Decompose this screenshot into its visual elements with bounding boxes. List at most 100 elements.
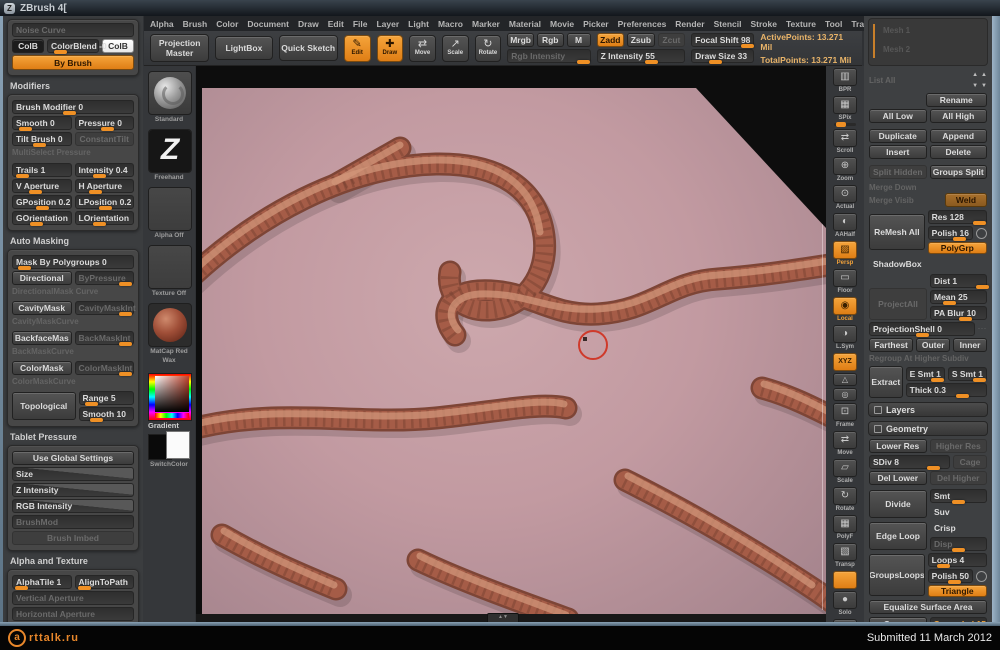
align-to-path-slider[interactable]: AlignToPath bbox=[75, 575, 135, 589]
alpha-and-texture-header[interactable]: Alpha and Texture bbox=[10, 556, 136, 566]
crisp-button[interactable]: Crisp bbox=[930, 521, 987, 535]
outer-button[interactable]: Outer bbox=[916, 338, 950, 352]
menu-file[interactable]: File bbox=[353, 19, 368, 29]
z-intensity-slider[interactable]: Z Intensity 55 bbox=[597, 49, 686, 63]
titlebar[interactable]: Z ZBrush 4[ bbox=[0, 0, 1000, 16]
menu-document[interactable]: Document bbox=[247, 19, 289, 29]
menu-edit[interactable]: Edit bbox=[328, 19, 344, 29]
zsub-button[interactable]: Zsub bbox=[627, 33, 655, 47]
switch-color[interactable]: SwitchColor bbox=[148, 434, 190, 469]
brush-imbed-button[interactable]: Brush Imbed bbox=[12, 531, 134, 545]
colorblend-color-a-button[interactable]: ColB bbox=[12, 39, 44, 53]
rgb-button[interactable]: Rgb bbox=[537, 33, 564, 47]
lower-res-button[interactable]: Lower Res bbox=[869, 439, 927, 453]
menu-stencil[interactable]: Stencil bbox=[714, 19, 742, 29]
color-mask-int-slider[interactable]: ColorMaskInt bbox=[75, 361, 135, 375]
draw-mode-button[interactable]: ✚ Draw bbox=[377, 35, 404, 62]
menu-material[interactable]: Material bbox=[509, 19, 541, 29]
menu-tool[interactable]: Tool bbox=[825, 19, 842, 29]
subtool-top-bottom-icons[interactable]: ▲▼ bbox=[981, 70, 987, 91]
alphatile-slider[interactable]: AlphaTile 1 bbox=[12, 575, 72, 589]
subtool-up-down-icons[interactable]: ▲▼ bbox=[972, 70, 978, 91]
floor-button[interactable]: ▭Floor bbox=[832, 269, 858, 295]
del-lower-button[interactable]: Del Lower bbox=[869, 471, 927, 485]
merge-down-button[interactable]: Merge Down bbox=[869, 183, 917, 192]
del-higher-button[interactable]: Del Higher bbox=[930, 471, 988, 485]
polygrp-button[interactable]: PolyGrp bbox=[928, 242, 987, 254]
gposition-slider[interactable]: GPosition 0.2 bbox=[12, 195, 72, 209]
backface-mask-button[interactable]: BackfaceMas bbox=[12, 331, 72, 345]
menu-brush[interactable]: Brush bbox=[183, 19, 208, 29]
extract-button[interactable]: Extract bbox=[869, 366, 903, 398]
pressure-slider[interactable]: Pressure 0 bbox=[75, 116, 135, 130]
polyframe-button[interactable]: ▦PolyF bbox=[832, 515, 858, 541]
brush-modifier-slider[interactable]: Brush Modifier 0 bbox=[12, 100, 134, 114]
pa-blur-slider[interactable]: PA Blur 10 bbox=[930, 306, 987, 320]
weld-toggle[interactable]: Weld bbox=[945, 193, 987, 207]
equalize-surface-area-button[interactable]: Equalize Surface Area bbox=[869, 600, 987, 614]
suv-button[interactable]: Suv bbox=[930, 505, 987, 519]
thick-slider[interactable]: Thick 0.3 bbox=[906, 383, 987, 397]
menu-picker[interactable]: Picker bbox=[583, 19, 609, 29]
subtool-item[interactable]: Mesh 1 bbox=[883, 26, 910, 35]
color-picker-icon[interactable] bbox=[148, 373, 192, 421]
canvas[interactable]: ▲▼ bbox=[196, 66, 826, 622]
smooth-slider[interactable]: Smooth 0 bbox=[12, 116, 72, 130]
z-intensity-pressure-slider[interactable]: Z Intensity bbox=[12, 483, 134, 497]
loops-polish-toggle-icon[interactable] bbox=[976, 571, 987, 582]
tilt-brush-slider[interactable]: Tilt Brush 0 bbox=[12, 132, 72, 146]
tablet-pressure-header[interactable]: Tablet Pressure bbox=[10, 432, 136, 442]
topo-smooth-slider[interactable]: Smooth 10 bbox=[79, 407, 135, 421]
shadowbox-button[interactable]: ShadowBox bbox=[869, 257, 987, 271]
dist-slider[interactable]: Dist 1 bbox=[930, 274, 987, 288]
disp-slider[interactable]: Disp bbox=[930, 537, 987, 551]
lightbox-button[interactable]: LightBox bbox=[215, 36, 272, 60]
menu-layer[interactable]: Layer bbox=[376, 19, 399, 29]
delete-button[interactable]: Delete bbox=[930, 145, 988, 159]
horizontal-aperture-slider[interactable]: Horizontal Aperture bbox=[12, 607, 134, 621]
higher-res-button[interactable]: Higher Res bbox=[930, 439, 988, 453]
modifiers-header[interactable]: Modifiers bbox=[10, 81, 136, 91]
bpr-button[interactable]: ▥BPR bbox=[832, 68, 858, 94]
rgb-intensity-pressure-slider[interactable]: RGB Intensity bbox=[12, 499, 134, 513]
append-button[interactable]: Append bbox=[930, 129, 988, 143]
actual-button[interactable]: ⊙Actual bbox=[832, 185, 858, 211]
switch-color-label[interactable]: SwitchColor bbox=[148, 460, 190, 469]
remesh-polish-slider[interactable]: Polish 16 bbox=[928, 226, 973, 240]
cavity-mask-button[interactable]: CavityMask bbox=[12, 301, 72, 315]
auto-masking-header[interactable]: Auto Masking bbox=[10, 236, 136, 246]
orbit-button[interactable]: ◎ bbox=[832, 388, 858, 401]
gradient-label[interactable]: Gradient bbox=[148, 421, 190, 430]
menu-preferences[interactable]: Preferences bbox=[618, 19, 667, 29]
rotate-mode-button[interactable]: ↻ Rotate bbox=[475, 35, 502, 62]
window-border-right[interactable] bbox=[992, 16, 1000, 622]
loops-polish-slider[interactable]: Polish 50 bbox=[928, 569, 973, 583]
lorientation-slider[interactable]: LOrientation bbox=[75, 211, 135, 225]
mask-by-polygroups-slider[interactable]: Mask By Polygroups 0 bbox=[12, 255, 134, 269]
menu-stroke[interactable]: Stroke bbox=[750, 19, 776, 29]
polish-mode-toggle-icon[interactable] bbox=[976, 228, 987, 239]
spix-button[interactable]: ▦SPix bbox=[832, 96, 858, 126]
subtool-item[interactable]: Mesh 2 bbox=[883, 45, 910, 54]
intensity-slider[interactable]: Intensity 0.4 bbox=[75, 163, 135, 177]
current-texture-thumbnail[interactable]: Texture Off bbox=[148, 245, 190, 298]
menu-light[interactable]: Light bbox=[408, 19, 429, 29]
remesh-all-button[interactable]: ReMesh All bbox=[869, 214, 925, 250]
range-slider[interactable]: Range 5 bbox=[79, 391, 135, 405]
colorblend-slider[interactable]: ColorBlend -0 bbox=[47, 39, 99, 53]
projection-master-button[interactable]: Projection Master bbox=[150, 34, 209, 62]
vertical-aperture-slider[interactable]: Vertical Aperture bbox=[12, 591, 134, 605]
geometry-palette-header[interactable]: Geometry bbox=[868, 421, 988, 436]
s-smt-slider[interactable]: S Smt 1 bbox=[948, 367, 987, 381]
lsym-button[interactable]: ◑L.Sym bbox=[832, 325, 858, 351]
v-aperture-slider[interactable]: V Aperture bbox=[12, 179, 72, 193]
color-mask-button[interactable]: ColorMask bbox=[12, 361, 72, 375]
topological-button[interactable]: Topological bbox=[12, 392, 76, 420]
remesh-res-slider[interactable]: Res 128 bbox=[928, 210, 987, 224]
size-pressure-slider[interactable]: Size bbox=[12, 467, 134, 481]
duplicate-button[interactable]: Duplicate bbox=[869, 129, 927, 143]
insert-button[interactable]: Insert bbox=[869, 145, 927, 159]
groups-split-button[interactable]: Groups Split bbox=[930, 165, 988, 179]
rotate-3d-button[interactable]: ↻Rotate bbox=[832, 487, 858, 513]
cavity-mask-int-slider[interactable]: CavityMaskInt bbox=[75, 301, 135, 315]
